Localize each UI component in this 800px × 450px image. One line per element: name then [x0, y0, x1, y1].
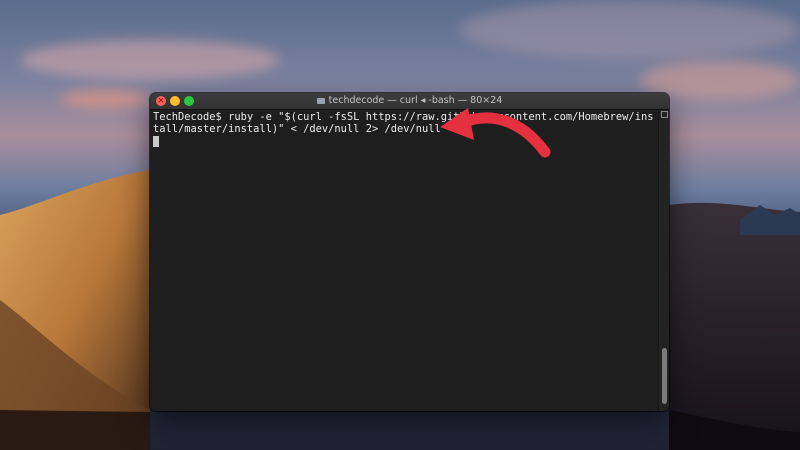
scrollbar[interactable]	[658, 110, 669, 411]
minimize-button[interactable]	[170, 96, 180, 106]
terminal-output[interactable]: TechDecode$ ruby -e "$(curl -fsSL https:…	[153, 111, 658, 407]
close-icon: ×	[157, 96, 165, 106]
terminal-line: tall/master/install)" < /dev/null 2> /de…	[153, 123, 441, 135]
scroll-up-icon[interactable]	[661, 111, 668, 118]
title-bar[interactable]: techdecode — curl ◂ -bash — 80×24 ×	[150, 93, 669, 110]
terminal-window[interactable]: techdecode — curl ◂ -bash — 80×24 × Tech…	[150, 93, 669, 411]
terminal-line: TechDecode$ ruby -e "$(curl -fsSL https:…	[153, 111, 654, 123]
folder-icon	[316, 98, 325, 104]
window-title-text: techdecode — curl ◂ -bash — 80×24	[328, 95, 503, 106]
scrollbar-thumb[interactable]	[662, 348, 667, 404]
close-button[interactable]: ×	[156, 96, 166, 106]
zoom-button[interactable]	[184, 96, 194, 106]
text-cursor	[153, 136, 159, 147]
window-title: techdecode — curl ◂ -bash — 80×24	[150, 93, 669, 109]
